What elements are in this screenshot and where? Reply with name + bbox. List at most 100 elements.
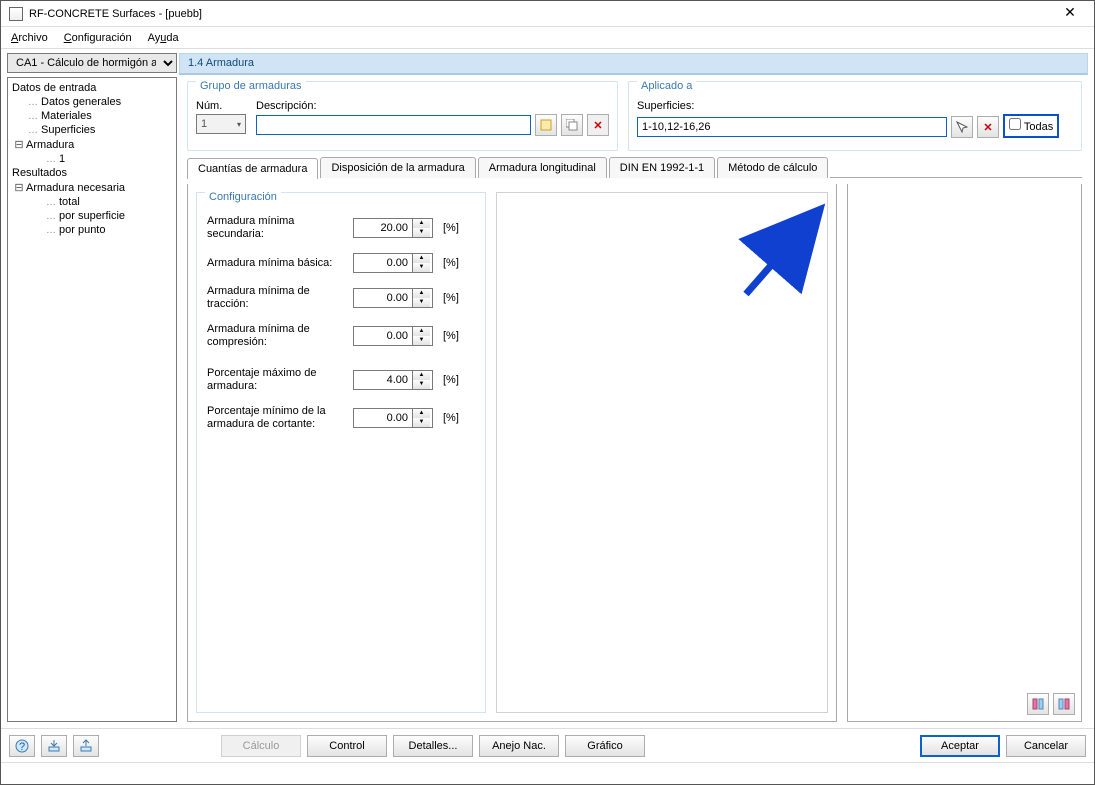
tab-metodo[interactable]: Método de cálculo: [717, 157, 828, 178]
param-row-5: Porcentaje mínimo de la armadura de cort…: [207, 405, 475, 431]
copy-group-button[interactable]: [561, 114, 583, 136]
grafico-button[interactable]: Gráfico: [565, 735, 645, 757]
param-label: Armadura mínima básica:: [207, 257, 347, 270]
spin-up-icon[interactable]: ▲: [413, 254, 430, 263]
param-spinner[interactable]: ▲▼: [353, 370, 433, 390]
param-input[interactable]: [354, 219, 412, 237]
todas-label: Todas: [1024, 121, 1053, 133]
menu-archivo[interactable]: Archivo: [11, 32, 48, 44]
main-window: RF-CONCRETE Surfaces - [puebb] ✕ Archivo…: [0, 0, 1095, 785]
side-btn-1[interactable]: [1027, 693, 1049, 715]
num-label: Núm.: [196, 100, 246, 112]
spin-down-icon[interactable]: ▼: [413, 336, 430, 345]
tree-total[interactable]: total: [10, 195, 174, 209]
anejo-button[interactable]: Anejo Nac.: [479, 735, 559, 757]
spin-up-icon[interactable]: ▲: [413, 327, 430, 336]
tree-datos-entrada[interactable]: Datos de entrada: [10, 81, 174, 95]
menu-ayuda[interactable]: Ayuda: [148, 32, 179, 44]
delete-group-button[interactable]: ✕: [587, 114, 609, 136]
tab-content: Configuración Armadura mínima secundaria…: [187, 184, 837, 722]
param-spinner[interactable]: ▲▼: [353, 218, 433, 238]
param-spinner[interactable]: ▲▼: [353, 253, 433, 273]
param-unit: [%]: [443, 412, 459, 424]
tree-materiales[interactable]: Materiales: [10, 109, 174, 123]
clear-surfaces-button[interactable]: ✕: [977, 116, 999, 138]
tree-por-superficie[interactable]: por superficie: [10, 209, 174, 223]
tab-disposicion[interactable]: Disposición de la armadura: [320, 157, 475, 178]
param-input[interactable]: [354, 409, 412, 427]
spin-down-icon[interactable]: ▼: [413, 228, 430, 237]
titlebar: RF-CONCRETE Surfaces - [puebb] ✕: [1, 1, 1094, 27]
param-row-2: Armadura mínima de tracción:▲▼[%]: [207, 285, 475, 311]
superficies-input[interactable]: [637, 117, 947, 137]
bottom-bar: ? Cálculo Control Detalles... Anejo Nac.…: [1, 728, 1094, 762]
spin-down-icon[interactable]: ▼: [413, 298, 430, 307]
param-spinner[interactable]: ▲▼: [353, 288, 433, 308]
spin-down-icon[interactable]: ▼: [413, 263, 430, 272]
calculo-button[interactable]: Cálculo: [221, 735, 301, 757]
spin-up-icon[interactable]: ▲: [413, 371, 430, 380]
import-button[interactable]: [41, 735, 67, 757]
param-label: Porcentaje máximo de armadura:: [207, 367, 347, 393]
descripcion-input[interactable]: [256, 115, 531, 135]
spin-down-icon[interactable]: ▼: [413, 418, 430, 427]
param-spinner[interactable]: ▲▼: [353, 326, 433, 346]
param-unit: [%]: [443, 330, 459, 342]
param-row-1: Armadura mínima básica: ▲▼ [%]: [207, 253, 475, 273]
param-input[interactable]: [354, 371, 412, 389]
spin-down-icon[interactable]: ▼: [413, 380, 430, 389]
spin-up-icon[interactable]: ▲: [413, 289, 430, 298]
tab-din-en[interactable]: DIN EN 1992-1-1: [609, 157, 715, 178]
param-row-3: Armadura mínima de compresión: ▲▼ [%]: [207, 323, 475, 349]
control-button[interactable]: Control: [307, 735, 387, 757]
export-button[interactable]: [73, 735, 99, 757]
grupo-armaduras-box: Grupo de armaduras Núm. 1▾ Descripción:: [187, 81, 618, 151]
param-unit: [%]: [443, 222, 459, 234]
close-icon[interactable]: ✕: [1054, 4, 1086, 24]
spin-up-icon[interactable]: ▲: [413, 219, 430, 228]
case-selector[interactable]: CA1 - Cálculo de hormigón arma: [7, 53, 177, 73]
status-bar: [1, 762, 1094, 784]
body: Datos de entrada Datos generales Materia…: [1, 77, 1094, 728]
param-label: Armadura mínima de compresión:: [207, 323, 347, 349]
todas-checkbox[interactable]: [1009, 118, 1021, 130]
panel-header: 1.4 Armadura: [179, 53, 1088, 75]
num-spinner[interactable]: 1▾: [196, 114, 246, 134]
tree-armadura-necesaria[interactable]: ⊟Armadura necesaria: [10, 180, 174, 195]
tab-longitudinal[interactable]: Armadura longitudinal: [478, 157, 607, 178]
superficies-label: Superficies:: [637, 100, 1073, 112]
new-group-button[interactable]: [535, 114, 557, 136]
pick-surfaces-button[interactable]: [951, 116, 973, 138]
tab-cuantias[interactable]: Cuantías de armadura: [187, 158, 318, 179]
menubar: Archivo Configuración Ayuda: [1, 27, 1094, 49]
todas-checkbox-wrap[interactable]: Todas: [1003, 114, 1059, 138]
aceptar-button[interactable]: Aceptar: [920, 735, 1000, 757]
menu-configuracion[interactable]: Configuración: [64, 32, 132, 44]
grupo-title: Grupo de armaduras: [196, 80, 306, 92]
tree-por-punto[interactable]: por punto: [10, 223, 174, 237]
tree-armadura-1[interactable]: 1: [10, 152, 174, 166]
cancelar-button[interactable]: Cancelar: [1006, 735, 1086, 757]
param-input[interactable]: [354, 327, 412, 345]
preview-panel: [496, 192, 828, 713]
content-area: Grupo de armaduras Núm. 1▾ Descripción:: [181, 77, 1088, 722]
param-label: Armadura mínima de tracción:: [207, 285, 347, 311]
top-strip: CA1 - Cálculo de hormigón arma 1.4 Armad…: [7, 53, 1088, 75]
param-input[interactable]: [354, 289, 412, 307]
tabs: Cuantías de armadura Disposición de la a…: [181, 157, 1088, 178]
spin-up-icon[interactable]: ▲: [413, 409, 430, 418]
param-row-4: Porcentaje máximo de armadura:▲▼[%]: [207, 367, 475, 393]
tree-superficies[interactable]: Superficies: [10, 123, 174, 137]
param-spinner[interactable]: ▲▼: [353, 408, 433, 428]
configuracion-box: Configuración Armadura mínima secundaria…: [196, 192, 486, 713]
app-icon: [9, 7, 23, 21]
detalles-button[interactable]: Detalles...: [393, 735, 473, 757]
tree-datos-generales[interactable]: Datos generales: [10, 95, 174, 109]
aplicado-title: Aplicado a: [637, 80, 696, 92]
param-input[interactable]: [354, 254, 412, 272]
tree-resultados[interactable]: Resultados: [10, 166, 174, 180]
help-button[interactable]: ?: [9, 735, 35, 757]
tree-armadura[interactable]: ⊟Armadura: [10, 137, 174, 152]
param-unit: [%]: [443, 257, 459, 269]
side-btn-2[interactable]: [1053, 693, 1075, 715]
